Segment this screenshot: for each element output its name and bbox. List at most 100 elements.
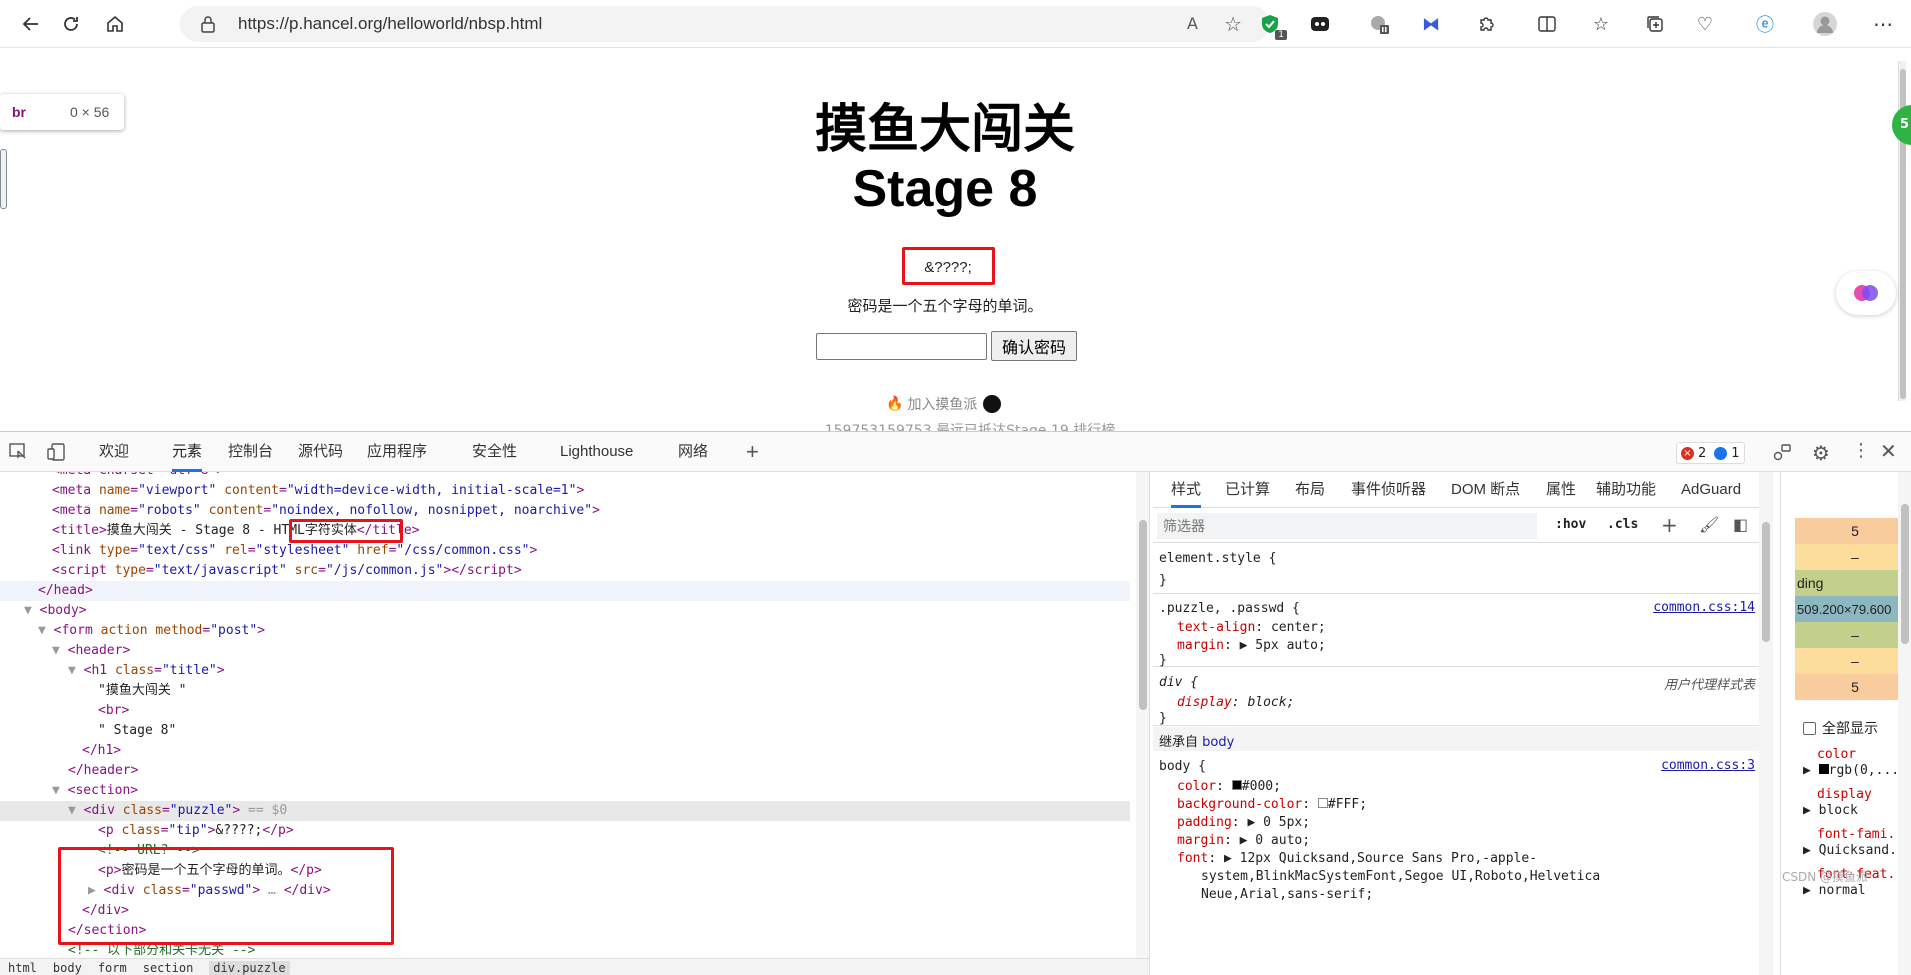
styles-filter-input[interactable]	[1157, 513, 1537, 539]
more-menu-icon[interactable]: ⋯	[1870, 12, 1896, 36]
profile-avatar[interactable]	[1812, 12, 1838, 36]
lock-icon[interactable]	[200, 15, 216, 33]
dom-line-link[interactable]: <link type="text/css" rel="stylesheet" h…	[52, 541, 537, 561]
join-group[interactable]: 🔥 加入摸鱼派	[886, 394, 1002, 414]
tab-welcome[interactable]: 欢迎	[99, 432, 129, 472]
style-tab-accessibility[interactable]: 辅助功能	[1596, 472, 1656, 508]
dom-line-section[interactable]: ▼ <section>	[52, 781, 138, 801]
style-tab-adguard[interactable]: AdGuard	[1681, 472, 1741, 508]
devtools-more-icon[interactable]: ⋮	[1852, 440, 1870, 461]
password-input[interactable]	[816, 333, 987, 360]
rule3-margin[interactable]: margin: ▶ 0 auto;	[1177, 832, 1310, 850]
confirm-password-button[interactable]: 确认密码	[991, 331, 1077, 361]
style-tab-layout[interactable]: 布局	[1295, 472, 1325, 508]
puzzle-extensions-icon[interactable]	[1474, 12, 1500, 36]
dom-line-meta-robots[interactable]: <meta name="robots" content="noindex, no…	[52, 501, 600, 521]
refresh-icon[interactable]	[54, 8, 88, 40]
styles-scrollbar-thumb[interactable]	[1762, 522, 1770, 642]
breadcrumb-html[interactable]: html	[8, 961, 37, 975]
paused-extension-icon[interactable]	[1366, 12, 1392, 36]
dom-line-script[interactable]: <script type="text/javascript" src="/js/…	[52, 561, 522, 581]
dom-line-h1-close[interactable]: </h1>	[82, 741, 121, 761]
read-aloud-icon[interactable]: A	[1187, 14, 1198, 33]
edge-browser-icon[interactable]: ⓔ	[1752, 12, 1778, 36]
shield-extension-icon[interactable]: 1	[1257, 12, 1287, 40]
url-text[interactable]: https://p.hancel.org/helloworld/nbsp.htm…	[238, 14, 542, 34]
tab-elements[interactable]: 元素	[172, 432, 203, 472]
translate-extension-icon[interactable]: ⧓	[1418, 12, 1444, 36]
tab-network[interactable]: 网络	[678, 432, 708, 472]
dom-line-div-puzzle[interactable]: ▼ <div class="puzzle"> == $0	[0, 801, 1130, 821]
add-tab-icon[interactable]: +	[746, 432, 759, 472]
show-all-toggle[interactable]: 全部显示	[1803, 718, 1878, 738]
computed-color-value[interactable]: ▶ rgb(0,...	[1803, 762, 1899, 780]
favorites-icon[interactable]: ☆	[1588, 12, 1614, 36]
style-tab-styles[interactable]: 样式	[1171, 472, 1202, 508]
tab-sources[interactable]: 源代码	[298, 432, 343, 472]
dom-line-meta-charset[interactable]: <meta charset="utf-8">	[52, 472, 224, 481]
style-tab-dom-breakpoints[interactable]: DOM 断点	[1451, 472, 1520, 508]
remote-devices-icon[interactable]	[1772, 442, 1792, 466]
home-icon[interactable]	[98, 8, 132, 40]
health-icon[interactable]: ♡	[1692, 12, 1718, 36]
address-bar[interactable]: https://p.hancel.org/helloworld/nbsp.htm…	[180, 6, 1270, 42]
computed-display-value[interactable]: ▶ block	[1803, 802, 1858, 820]
back-icon[interactable]	[14, 8, 48, 40]
tab-console[interactable]: 控制台	[228, 432, 273, 472]
tab-lighthouse[interactable]: Lighthouse	[560, 432, 633, 472]
cls-button[interactable]: .cls	[1607, 517, 1638, 532]
ai-assistant-icon[interactable]	[1836, 271, 1896, 315]
dom-line-br[interactable]: <br>	[98, 701, 129, 721]
dom-line-h1[interactable]: ▼ <h1 class="title">	[68, 661, 225, 681]
dom-line-header-close[interactable]: </header>	[68, 761, 138, 781]
breadcrumb-body[interactable]: body	[53, 961, 82, 975]
style-tab-event-listeners[interactable]: 事件侦听器	[1351, 472, 1426, 508]
dom-line-form[interactable]: ▼ <form action method="post">	[38, 621, 265, 641]
split-screen-icon[interactable]	[1534, 12, 1560, 36]
rule3-color[interactable]: color: #000;	[1177, 778, 1281, 796]
elements-scrollbar[interactable]	[1136, 472, 1149, 958]
dom-line-head-close[interactable]: </head>	[0, 581, 1130, 601]
breadcrumb-div-puzzle[interactable]: div.puzzle	[209, 960, 290, 975]
color-swatch-white[interactable]	[1317, 798, 1328, 808]
paint-icon[interactable]: 🖌	[1699, 515, 1719, 534]
color-swatch-black[interactable]	[1231, 780, 1242, 790]
favorite-star-icon[interactable]: ☆	[1224, 12, 1242, 36]
tab-security[interactable]: 安全性	[472, 432, 517, 472]
breadcrumb-form[interactable]: form	[98, 961, 127, 975]
rule2-display[interactable]: display: block;	[1177, 694, 1294, 712]
dom-line-header[interactable]: ▼ <header>	[52, 641, 130, 661]
rule2-selector[interactable]: div {	[1159, 674, 1198, 692]
rule1-margin[interactable]: margin: ▶ 5px auto;	[1177, 637, 1326, 655]
toggle-sidebar-icon[interactable]: ◧	[1733, 515, 1748, 534]
rule1-text-align[interactable]: text-align: center;	[1177, 619, 1326, 637]
rule1-source-link[interactable]: common.css:14	[1653, 600, 1755, 615]
inspect-element-icon[interactable]	[8, 442, 28, 466]
error-counter[interactable]: × 2 1	[1676, 442, 1745, 464]
dom-line-h1-text1[interactable]: "摸鱼大闯关 "	[98, 681, 186, 701]
tab-application[interactable]: 应用程序	[367, 432, 427, 472]
new-rule-icon[interactable]: +	[1661, 513, 1678, 537]
dom-line-body[interactable]: ▼ <body>	[24, 601, 87, 621]
game-extension-icon[interactable]	[1307, 12, 1333, 36]
hov-button[interactable]: :hov	[1555, 517, 1586, 532]
show-all-checkbox[interactable]	[1803, 721, 1816, 735]
computed-scrollbar[interactable]	[1898, 472, 1911, 975]
computed-scrollbar-thumb[interactable]	[1901, 504, 1909, 644]
rule3-background[interactable]: background-color: #FFF;	[1177, 796, 1367, 814]
breadcrumb-section[interactable]: section	[143, 961, 194, 975]
floating-score-badge[interactable]: 5	[1892, 105, 1911, 145]
style-tab-computed[interactable]: 已计算	[1225, 472, 1270, 508]
dom-line-h1-text2[interactable]: " Stage 8"	[98, 721, 176, 741]
rule3-padding[interactable]: padding: ▶ 0 5px;	[1177, 814, 1310, 832]
rule3-font[interactable]: font: ▶ 12px Quicksand,Source Sans Pro,-…	[1177, 850, 1537, 868]
element-style-selector[interactable]: element.style {	[1159, 550, 1276, 568]
rule3-source-link[interactable]: common.css:3	[1661, 758, 1755, 773]
elements-scrollbar-thumb[interactable]	[1139, 520, 1147, 710]
inherited-from-link[interactable]: body	[1202, 735, 1234, 750]
style-tab-properties[interactable]: 属性	[1546, 472, 1576, 508]
dom-line-meta-viewport[interactable]: <meta name="viewport" content="width=dev…	[52, 481, 584, 501]
rule3-selector[interactable]: body {	[1159, 758, 1206, 776]
dom-line-p-tip[interactable]: <p class="tip">&????;</p>	[98, 821, 294, 841]
rule1-selector[interactable]: .puzzle, .passwd {	[1159, 600, 1300, 618]
